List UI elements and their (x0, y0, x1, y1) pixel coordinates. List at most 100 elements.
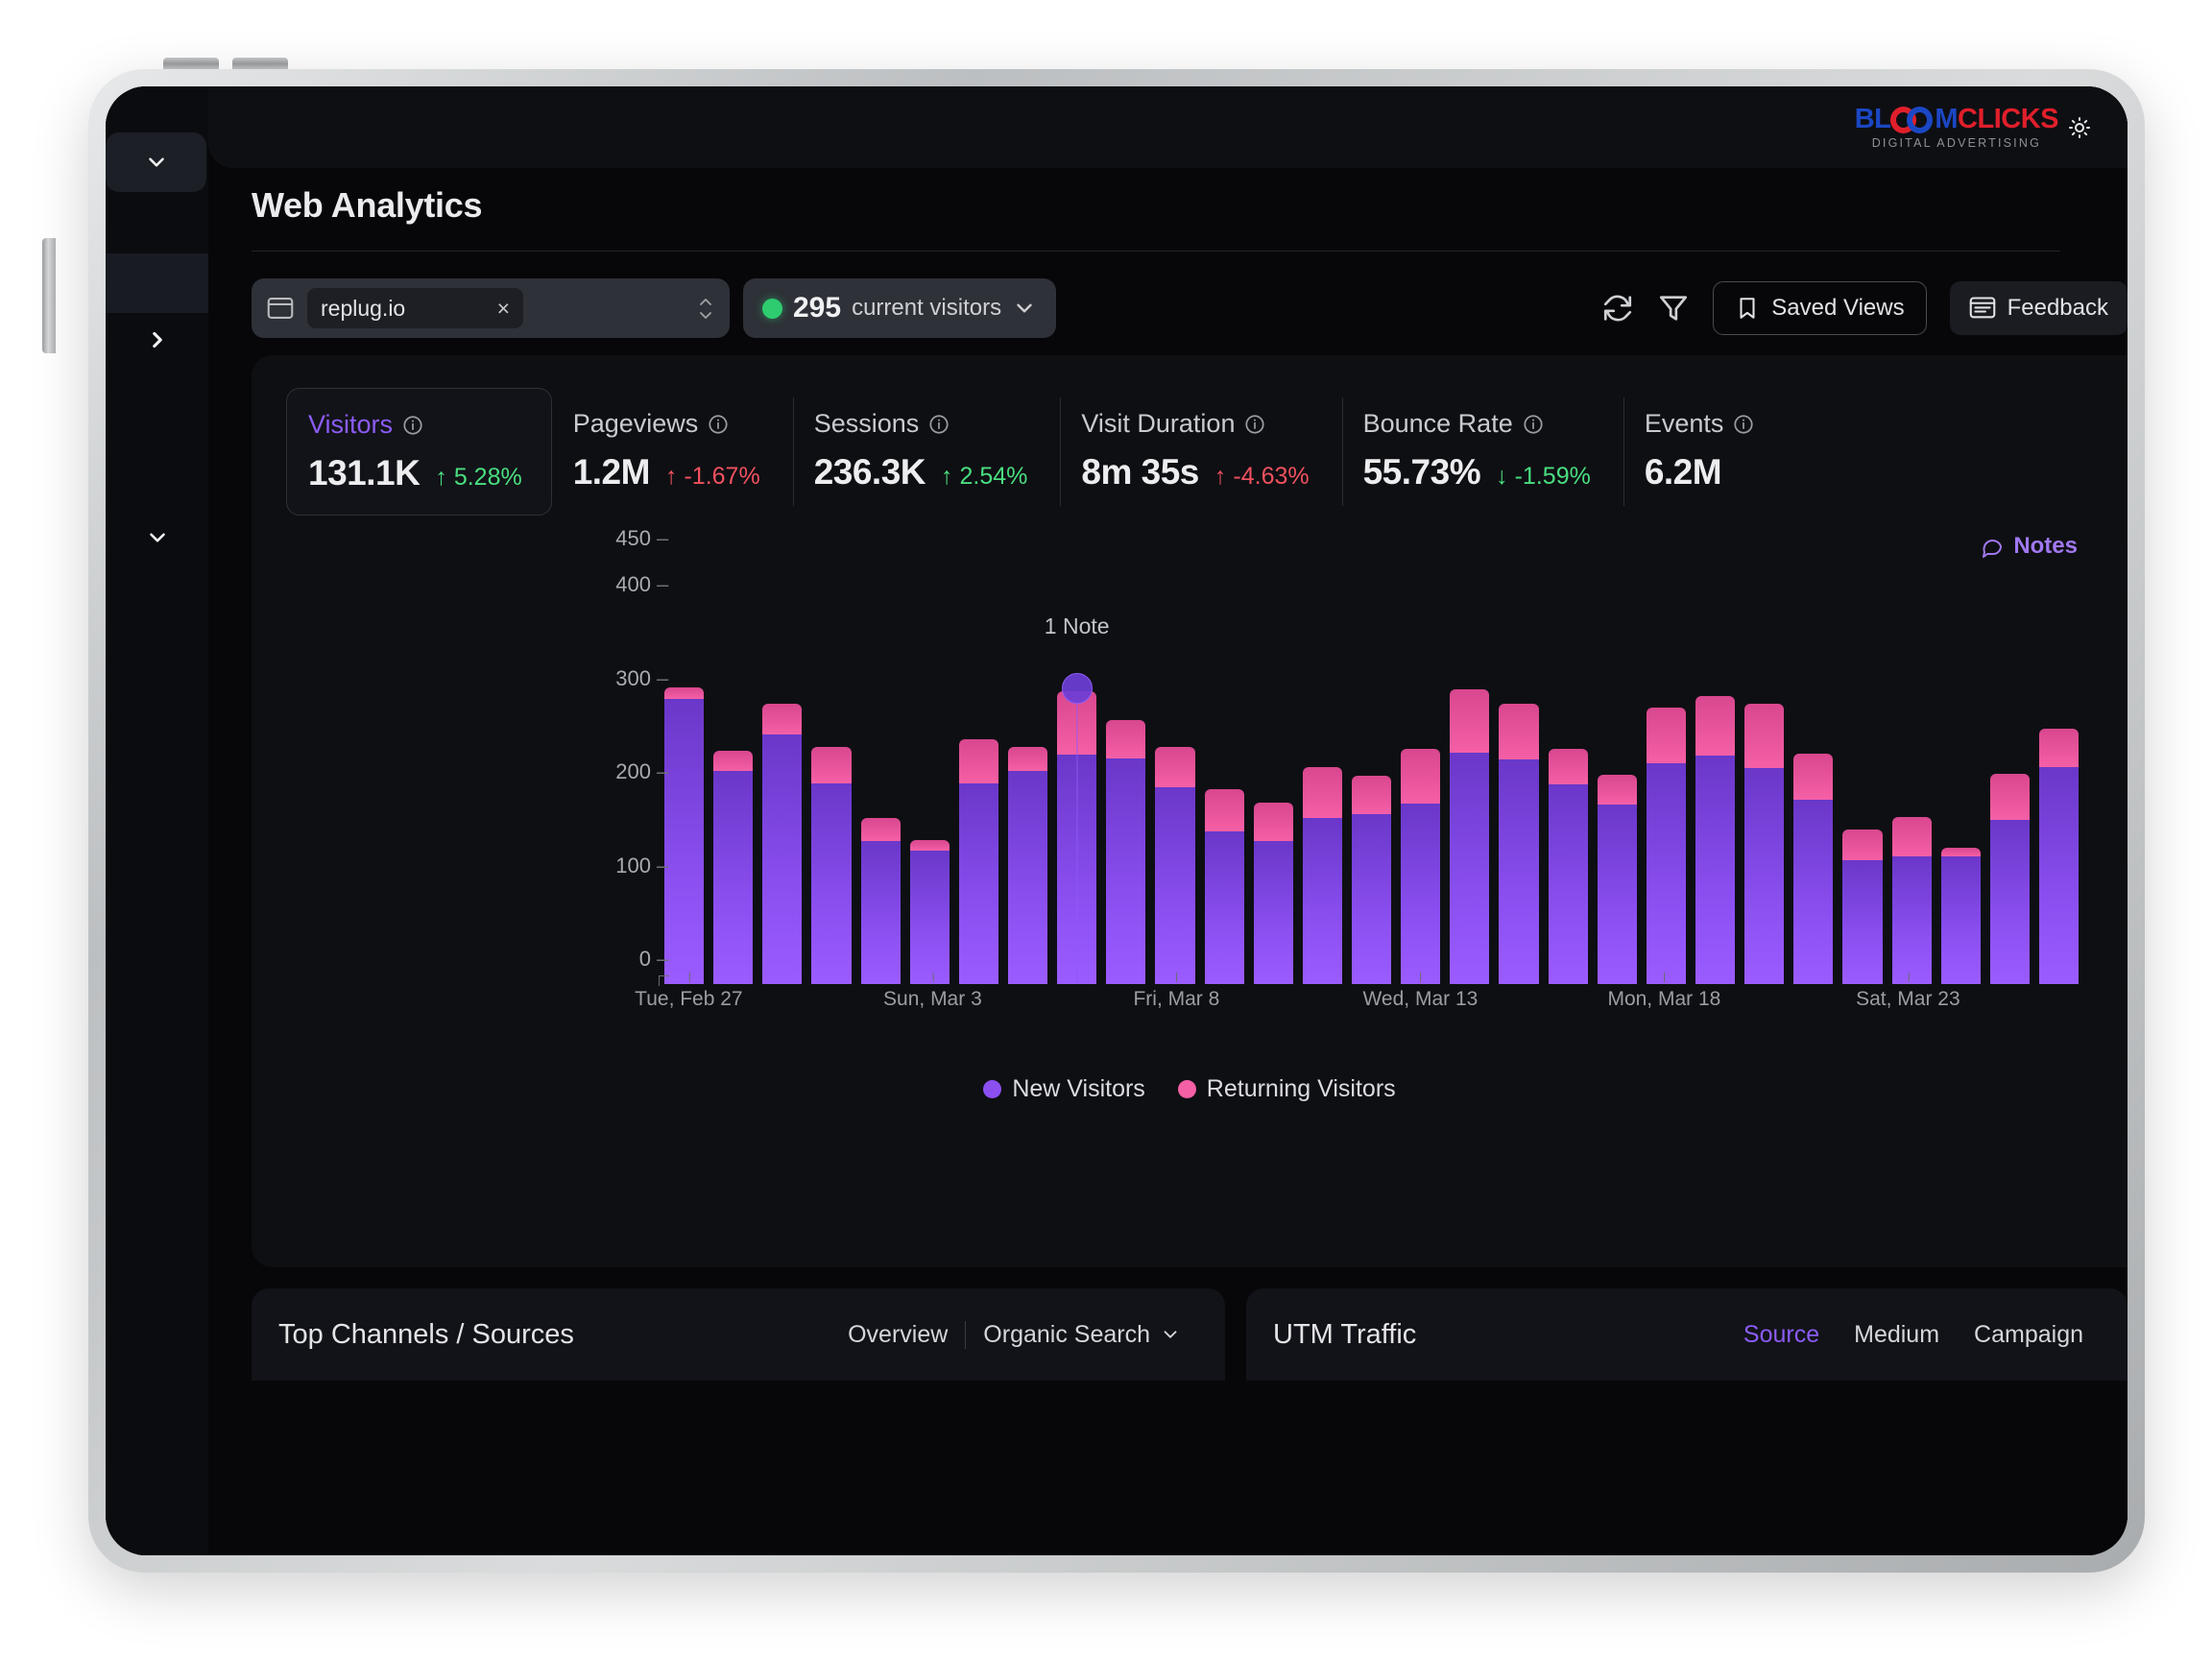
chart-bar[interactable] (1891, 544, 1932, 984)
chart-bar[interactable] (1646, 544, 1686, 984)
chart-bar[interactable] (811, 544, 852, 984)
metric-name: Visit Duration (1081, 409, 1236, 438)
metric-delta: ↑ -1.67% (665, 463, 760, 491)
info-icon[interactable] (708, 414, 729, 435)
legend-item[interactable]: New Visitors (983, 1075, 1145, 1103)
bar-segment-returning (1744, 703, 1785, 768)
current-visitors-count: 295 (793, 292, 842, 324)
sidebar-expand-toggle[interactable] (106, 313, 208, 367)
bottom-panels: Top Channels / Sources Overview Organic S… (252, 1288, 2128, 1381)
x-axis-tick: Mon, Mar 18 (1607, 973, 1720, 1011)
info-icon[interactable] (1244, 414, 1265, 435)
metric-trend-arrow-icon: ↑ (664, 463, 678, 490)
chart-bar[interactable] (1989, 544, 2030, 984)
chart-bar[interactable] (1401, 544, 1441, 984)
chart-bar[interactable] (1106, 544, 1146, 984)
metric-trend-arrow-icon: ↑ (435, 464, 447, 491)
legend-item[interactable]: Returning Visitors (1177, 1075, 1396, 1103)
site-chip[interactable]: replug.io × (307, 288, 523, 328)
metric-delta-value: 2.54% (959, 463, 1028, 490)
chart-bar[interactable] (1499, 544, 1539, 984)
metric-delta: ↑ 5.28% (435, 464, 521, 492)
chart-bar[interactable] (664, 544, 705, 984)
chart-bar[interactable] (1007, 544, 1048, 984)
metric-card-visit-duration[interactable]: Visit Duration 8m 35s ↑ -4.63% (1060, 388, 1341, 516)
chart-bar[interactable] (762, 544, 803, 984)
feedback-button[interactable]: Feedback (1949, 281, 2128, 335)
chart-bar[interactable] (1842, 544, 1883, 984)
info-icon[interactable] (1733, 414, 1754, 435)
funnel-icon[interactable] (1657, 292, 1690, 325)
bar-segment-new (713, 770, 754, 984)
metric-delta: ↑ -4.63% (1214, 463, 1310, 491)
utm-tab-campaign[interactable]: Campaign (1957, 1321, 2101, 1349)
chart-bar[interactable] (1351, 544, 1392, 984)
chart-bar[interactable] (860, 544, 901, 984)
bar-segment-new (1253, 840, 1293, 984)
x-axis-tick: Wed, Mar 13 (1362, 973, 1478, 1011)
note-label: 1 Note (1044, 613, 1110, 638)
bar-segment-new (1106, 758, 1146, 984)
screenshot-stage: BL M CLICKS DIGITAL ADVERTISING Web Anal… (0, 0, 2212, 1659)
bar-segment-new (1989, 820, 2030, 984)
metric-card-sessions[interactable]: Sessions 236.3K ↑ 2.54% (792, 388, 1061, 516)
chevron-down-icon[interactable] (1012, 296, 1037, 321)
chevron-right-icon (152, 331, 162, 349)
info-icon[interactable] (1523, 414, 1544, 435)
utm-tab-source[interactable]: Source (1726, 1321, 1837, 1349)
chart-bar[interactable] (1302, 544, 1342, 984)
bar-segment-returning (1793, 754, 1834, 801)
sun-icon[interactable] (2068, 116, 2091, 139)
utm-tab-medium[interactable]: Medium (1837, 1321, 1957, 1349)
current-visitors-pill[interactable]: 295 current visitors (743, 278, 1057, 338)
bar-segment-returning (1351, 775, 1392, 814)
chart-bar[interactable] (1744, 544, 1785, 984)
chart-bar[interactable] (909, 544, 950, 984)
chart-bar[interactable] (1204, 544, 1244, 984)
bar-segment-returning (1695, 695, 1736, 757)
bar-segment-new (2038, 766, 2080, 984)
metric-name: Pageviews (572, 409, 699, 438)
chart-bar[interactable] (713, 544, 754, 984)
chart-bar[interactable] (1155, 544, 1195, 984)
site-clear-icon[interactable]: × (497, 296, 510, 322)
chart-bar[interactable] (1548, 544, 1588, 984)
logo-double-o-icon (1890, 106, 1935, 134)
tab-label: Organic Search (983, 1320, 1150, 1348)
x-tick-mark (932, 973, 934, 982)
chart-bar[interactable] (2038, 544, 2080, 984)
chart-bar[interactable] (1695, 544, 1736, 984)
stepper-updown-icon[interactable] (697, 297, 714, 321)
metric-trend-arrow-icon: ↓ (1496, 463, 1508, 490)
bar-segment-returning (1646, 707, 1686, 764)
bar-segment-returning (762, 703, 803, 734)
chevron-down-icon (149, 533, 165, 542)
metric-card-events[interactable]: Events 6.2M (1623, 388, 1850, 516)
metric-card-bounce-rate[interactable]: Bounce Rate 55.73% ↓ -1.59% (1341, 388, 1623, 516)
site-selector[interactable]: replug.io × (252, 278, 730, 338)
sidebar-item-active[interactable] (106, 253, 208, 313)
metric-delta: ↑ 2.54% (941, 463, 1027, 491)
chart-bar[interactable] (1793, 544, 1834, 984)
sidebar-workspace-switcher[interactable] (106, 132, 206, 192)
chart-bar[interactable] (1597, 544, 1637, 984)
metric-card-visitors[interactable]: Visitors 131.1K ↑ 5.28% (286, 388, 552, 516)
chart-bar[interactable]: 1 Note (1045, 544, 1110, 984)
channels-tab-organic-search[interactable]: Organic Search (965, 1320, 1198, 1349)
info-icon[interactable] (928, 414, 950, 435)
refresh-icon[interactable] (1601, 292, 1634, 325)
saved-views-button[interactable]: Saved Views (1713, 281, 1927, 335)
info-icon[interactable] (402, 415, 423, 436)
bar-segment-new (860, 840, 901, 984)
chart-bar[interactable] (2088, 544, 2128, 984)
note-marker[interactable] (1061, 672, 1093, 704)
chart-bar[interactable] (1940, 544, 1981, 984)
chart-bar[interactable] (1450, 544, 1490, 984)
channels-tab-overview[interactable]: Overview (830, 1321, 965, 1349)
sidebar-more-toggle[interactable] (106, 511, 208, 565)
metric-name: Sessions (813, 409, 920, 438)
bar-segment-returning (1940, 847, 1981, 856)
metric-card-pageviews[interactable]: Pageviews 1.2M ↑ -1.67% (552, 388, 793, 516)
chart-bar[interactable] (1253, 544, 1293, 984)
chart-bar[interactable] (958, 544, 998, 984)
